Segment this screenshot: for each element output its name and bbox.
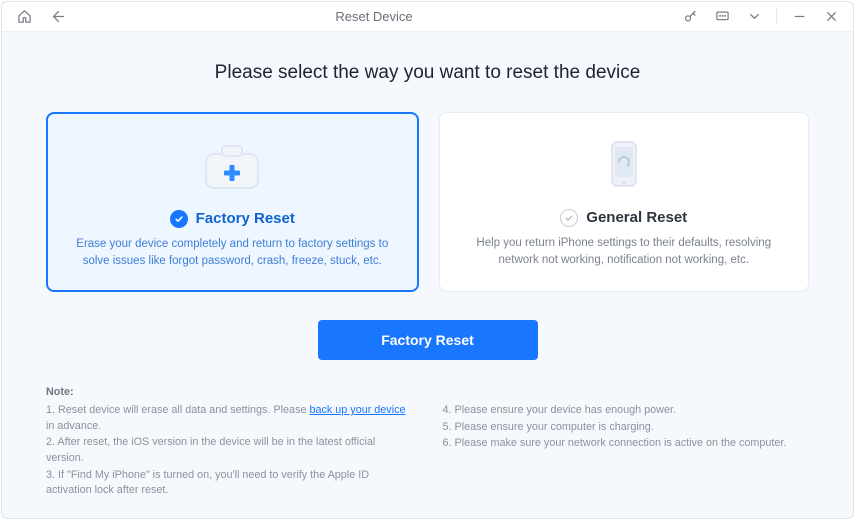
page-heading: Please select the way you want to reset … <box>46 62 809 84</box>
titlebar: Reset Device <box>2 2 853 32</box>
card-title-row: Factory Reset <box>170 210 295 228</box>
home-icon[interactable] <box>12 4 36 28</box>
key-icon[interactable] <box>678 4 702 28</box>
chevron-down-icon[interactable] <box>742 4 766 28</box>
minimize-icon[interactable] <box>787 4 811 28</box>
card-title-row: General Reset <box>560 209 687 227</box>
notes-right-column: 4. Please ensure your device has enough … <box>443 403 810 500</box>
card-factory-reset[interactable]: Factory Reset Erase your device complete… <box>46 112 419 293</box>
notes-left-column: 1. Reset device will erase all data and … <box>46 403 413 500</box>
phone-refresh-icon <box>588 135 660 195</box>
backup-link[interactable]: back up your device <box>309 404 405 416</box>
card-description: Help you return iPhone settings to their… <box>468 235 781 270</box>
note-3: 3. If "Find My iPhone" is turned on, you… <box>46 468 413 499</box>
content-area: Please select the way you want to reset … <box>2 32 853 518</box>
card-title: General Reset <box>586 209 687 226</box>
factory-reset-button[interactable]: Factory Reset <box>318 320 538 360</box>
check-circle-icon <box>170 210 188 228</box>
note-5: 5. Please ensure your computer is chargi… <box>443 420 810 436</box>
close-icon[interactable] <box>819 4 843 28</box>
reset-options: Factory Reset Erase your device complete… <box>46 112 809 293</box>
note-1: 1. Reset device will erase all data and … <box>46 403 413 434</box>
note-2: 2. After reset, the iOS version in the d… <box>46 435 413 466</box>
notes-title: Note: <box>46 386 809 398</box>
note-6: 6. Please make sure your network connect… <box>443 436 810 452</box>
feedback-icon[interactable] <box>710 4 734 28</box>
back-icon[interactable] <box>46 4 70 28</box>
card-title: Factory Reset <box>196 210 295 227</box>
app-window: Reset Device Please select the way you w… <box>1 1 854 519</box>
notes-section: Note: 1. Reset device will erase all dat… <box>46 386 809 500</box>
titlebar-separator <box>776 9 777 23</box>
window-title: Reset Device <box>70 9 678 24</box>
card-description: Erase your device completely and return … <box>76 236 389 271</box>
check-circle-outline-icon <box>560 209 578 227</box>
note-4: 4. Please ensure your device has enough … <box>443 403 810 419</box>
briefcase-medical-icon <box>196 136 268 196</box>
card-general-reset[interactable]: General Reset Help you return iPhone set… <box>439 112 810 293</box>
